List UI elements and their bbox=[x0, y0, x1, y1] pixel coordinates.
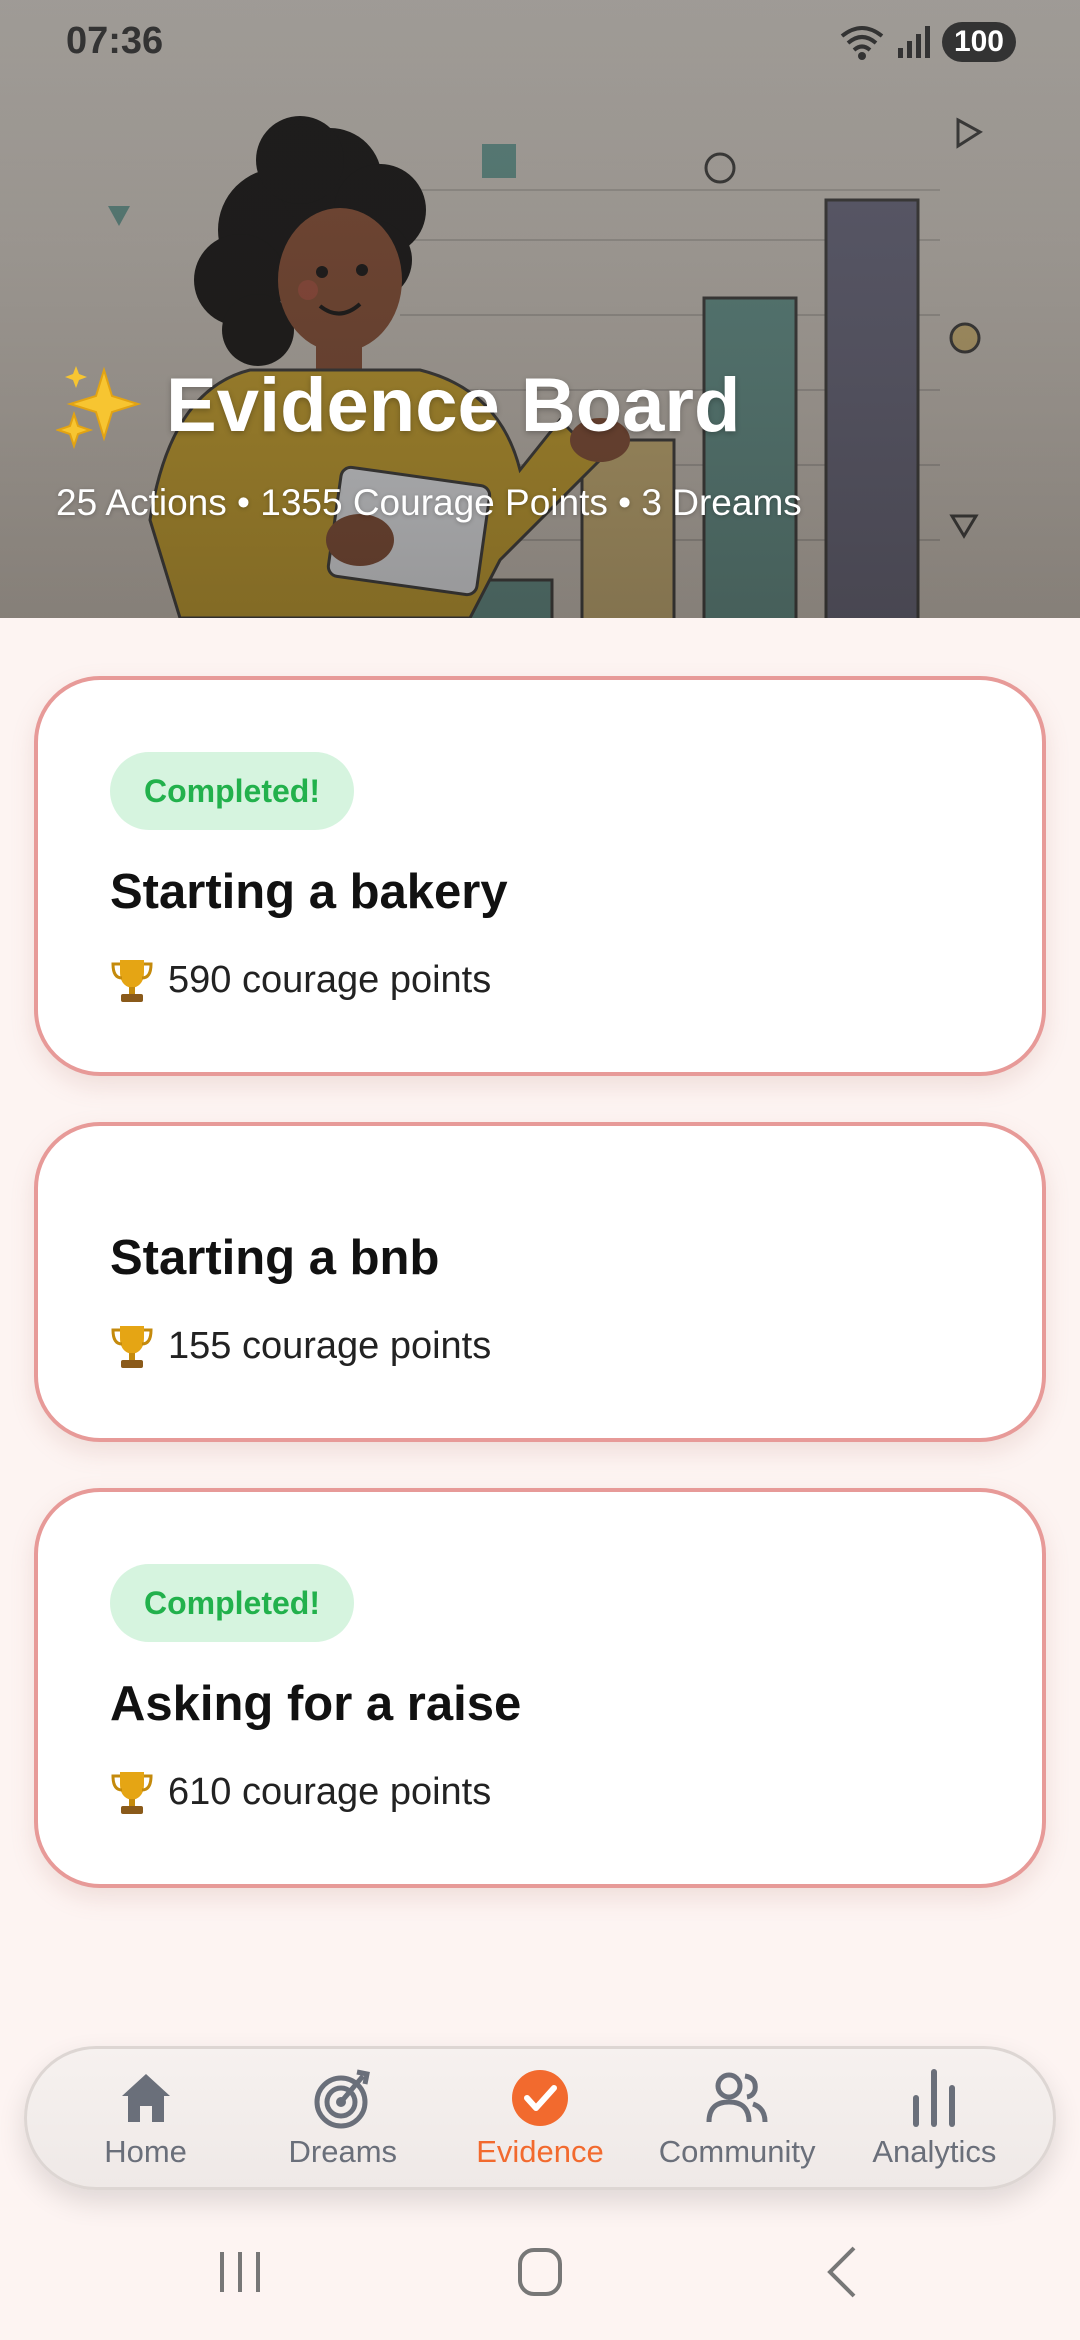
sparkles-icon bbox=[56, 366, 142, 450]
system-nav-bar bbox=[0, 2230, 1080, 2314]
trophy-icon bbox=[111, 960, 153, 1002]
battery-icon: 100 bbox=[941, 22, 1016, 62]
status-icons: 100 bbox=[838, 22, 1016, 62]
status-time: 07:36 bbox=[66, 20, 164, 62]
nav-dreams-label: Dreams bbox=[288, 2134, 398, 2169]
nav-analytics[interactable]: Analytics bbox=[839, 2066, 1029, 2170]
nav-evidence-label: Evidence bbox=[476, 2134, 604, 2169]
summary-stats: 25 Actions • 1355 Courage Points • 3 Dre… bbox=[56, 482, 802, 523]
nav-community-label: Community bbox=[658, 2134, 816, 2169]
evidence-card[interactable]: Completed! Starting a bakery 590 courage… bbox=[34, 676, 1046, 1076]
recent-apps-icon[interactable] bbox=[198, 2230, 282, 2314]
hero-overlay bbox=[0, 0, 1080, 618]
home-icon bbox=[121, 2074, 170, 2122]
nav-home-label: Home bbox=[104, 2134, 187, 2169]
evidence-card[interactable]: Starting a bnb 155 courage points bbox=[34, 1122, 1046, 1442]
wifi-icon bbox=[840, 26, 884, 60]
card-points-text: 610 courage points bbox=[168, 1770, 492, 1813]
target-icon bbox=[314, 2069, 370, 2129]
trophy-icon bbox=[111, 1772, 153, 1814]
check-circle-icon bbox=[511, 2070, 568, 2126]
signal-icon bbox=[897, 26, 930, 58]
card-title: Asking for a raise bbox=[110, 1677, 522, 1731]
nav-analytics-label: Analytics bbox=[872, 2134, 997, 2169]
card-title: Starting a bnb bbox=[110, 1231, 440, 1285]
bottom-nav: Home Dreams Evidence Community Analytics bbox=[24, 2046, 1056, 2190]
card-title: Starting a bakery bbox=[110, 865, 508, 919]
nav-community[interactable]: Community bbox=[642, 2066, 832, 2170]
completed-badge: Completed! bbox=[110, 752, 354, 830]
bar-chart-icon bbox=[913, 2069, 956, 2127]
nav-dreams[interactable]: Dreams bbox=[248, 2066, 438, 2170]
completed-badge: Completed! bbox=[110, 1564, 354, 1642]
evidence-card[interactable]: Completed! Asking for a raise 610 courag… bbox=[34, 1488, 1046, 1888]
status-bar: 07:36 100 bbox=[0, 0, 1080, 86]
people-icon bbox=[706, 2072, 768, 2123]
card-points-text: 590 courage points bbox=[168, 958, 492, 1001]
nav-evidence[interactable]: Evidence bbox=[445, 2066, 635, 2170]
trophy-icon bbox=[111, 1326, 153, 1368]
page-title-text: Evidence Board bbox=[166, 362, 741, 448]
hero-header: 07:36 100 Evidence Board 25 Actions • 13… bbox=[0, 0, 1080, 618]
card-points: 590 courage points bbox=[110, 956, 491, 1004]
card-points-text: 155 courage points bbox=[168, 1324, 492, 1367]
evidence-list: Completed! Starting a bakery 590 courage… bbox=[34, 676, 1046, 1934]
back-icon[interactable] bbox=[800, 2230, 884, 2314]
evidence-screen: 07:36 100 Evidence Board 25 Actions • 13… bbox=[0, 0, 1080, 2340]
card-points: 610 courage points bbox=[110, 1768, 491, 1816]
card-points: 155 courage points bbox=[110, 1322, 491, 1370]
page-title: Evidence Board bbox=[56, 360, 740, 450]
nav-home[interactable]: Home bbox=[51, 2066, 241, 2170]
home-button-icon[interactable] bbox=[498, 2230, 582, 2314]
